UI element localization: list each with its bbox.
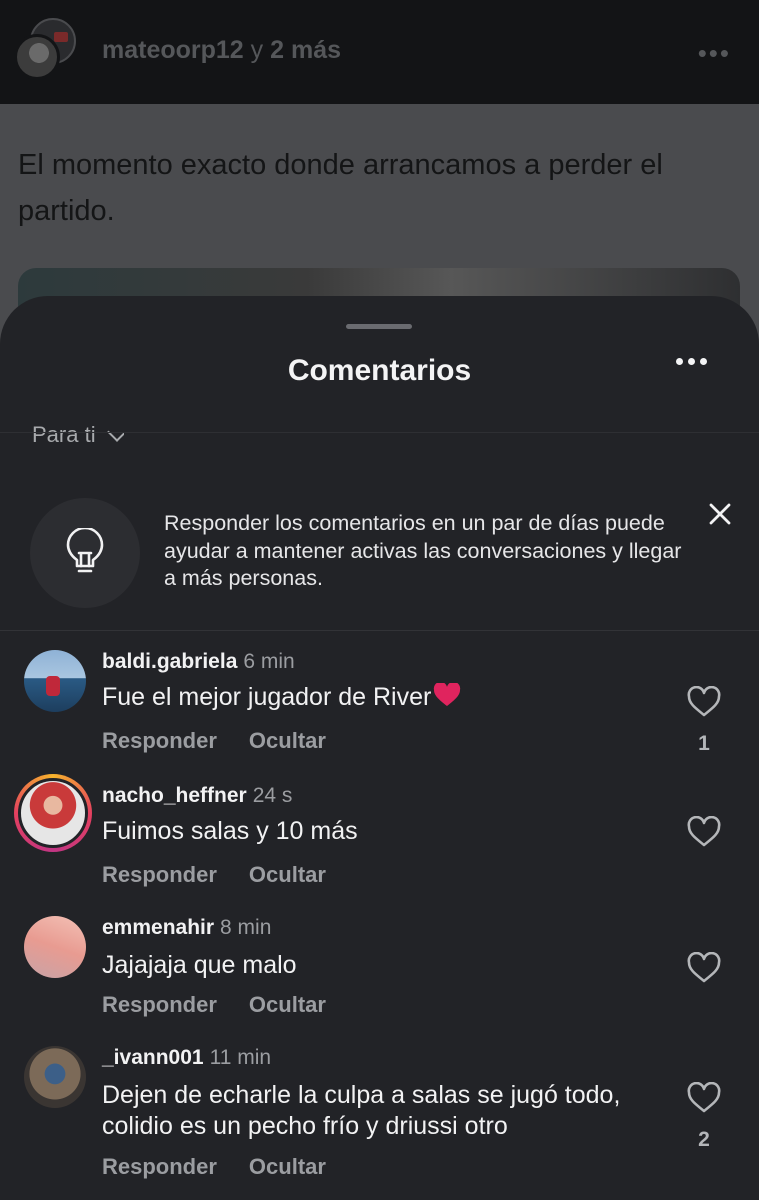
divider xyxy=(0,432,759,433)
avatar[interactable] xyxy=(24,916,86,978)
post-avatars[interactable] xyxy=(14,18,78,82)
post-author-name[interactable]: mateoorp12 xyxy=(102,36,244,64)
comment-time: 8 min xyxy=(220,916,272,939)
comment-actions: Responder Ocultar xyxy=(102,992,326,1018)
author-avatar xyxy=(14,34,60,80)
comment-body: Jajajaja que malo xyxy=(102,951,297,979)
comment-username-line: nacho_heffner 24 s xyxy=(102,784,292,808)
comment-username[interactable]: emmenahir xyxy=(102,916,214,939)
reply-button[interactable]: Responder xyxy=(102,728,217,754)
tip-text: Responder los comentarios en un par de d… xyxy=(164,511,682,590)
comment-username-line: baldi.gabriela 6 min xyxy=(102,650,295,674)
comment-username-line: emmenahir 8 min xyxy=(102,916,271,940)
divider xyxy=(0,630,759,631)
comment-body: Fue el mejor jugador de River xyxy=(102,683,432,711)
post-author-conjunction: y xyxy=(250,36,264,64)
avatar[interactable] xyxy=(24,1046,86,1108)
hide-button[interactable]: Ocultar xyxy=(249,1154,326,1180)
comment-text: Fue el mejor jugador de River xyxy=(102,682,662,713)
avatar[interactable] xyxy=(14,774,92,852)
sheet-title: Comentarios xyxy=(287,354,472,387)
post-header: mateoorp12 y 2 más ••• xyxy=(0,0,759,104)
comment-username[interactable]: nacho_heffner xyxy=(102,784,247,807)
sheet-grabber[interactable] xyxy=(346,324,412,329)
hide-button[interactable]: Ocultar xyxy=(249,728,326,754)
post-author-line[interactable]: mateoorp12 y 2 más xyxy=(102,36,341,65)
comment-body: Dejen de echarle la culpa a salas se jug… xyxy=(102,1081,621,1140)
comment-actions: Responder Ocultar xyxy=(102,728,326,754)
avatar[interactable] xyxy=(24,650,86,712)
avatar-photo xyxy=(18,778,88,848)
sort-selector[interactable]: Para ti xyxy=(32,424,124,446)
comments-sheet: Comentarios Para ti Responder los coment… xyxy=(0,296,759,1200)
reply-button[interactable]: Responder xyxy=(102,992,217,1018)
post-more-icon[interactable]: ••• xyxy=(698,38,731,69)
heart-outline-icon[interactable] xyxy=(686,816,722,848)
like-count: 1 xyxy=(698,732,710,755)
comment-username[interactable]: _ivann001 xyxy=(102,1046,204,1069)
reply-button[interactable]: Responder xyxy=(102,862,217,888)
comment-actions: Responder Ocultar xyxy=(102,862,326,888)
like-count: 2 xyxy=(698,1128,710,1151)
comment-username-line: _ivann001 11 min xyxy=(102,1046,271,1070)
reply-button[interactable]: Responder xyxy=(102,1154,217,1180)
comment-time: 6 min xyxy=(243,650,295,673)
comment-actions: Responder Ocultar xyxy=(102,1154,326,1180)
more-horizontal-icon[interactable] xyxy=(676,358,707,365)
heart-outline-icon[interactable] xyxy=(686,1082,722,1114)
comment-body: Fuimos salas y 10 más xyxy=(102,817,358,845)
red-heart-emoji-icon xyxy=(434,683,461,706)
post-author-others[interactable]: 2 más xyxy=(270,36,341,64)
hide-button[interactable]: Ocultar xyxy=(249,992,326,1018)
heart-outline-icon[interactable] xyxy=(686,686,722,718)
comment-time: 11 min xyxy=(209,1046,272,1069)
lightbulb-icon xyxy=(30,498,140,608)
heart-outline-icon[interactable] xyxy=(686,952,722,984)
comment-username[interactable]: baldi.gabriela xyxy=(102,650,237,673)
close-icon[interactable] xyxy=(708,502,732,526)
post-caption: El momento exacto donde arrancamos a per… xyxy=(18,149,663,227)
comment-time: 24 s xyxy=(252,784,293,807)
sort-label: Para ti xyxy=(32,424,96,446)
hide-button[interactable]: Ocultar xyxy=(249,862,326,888)
